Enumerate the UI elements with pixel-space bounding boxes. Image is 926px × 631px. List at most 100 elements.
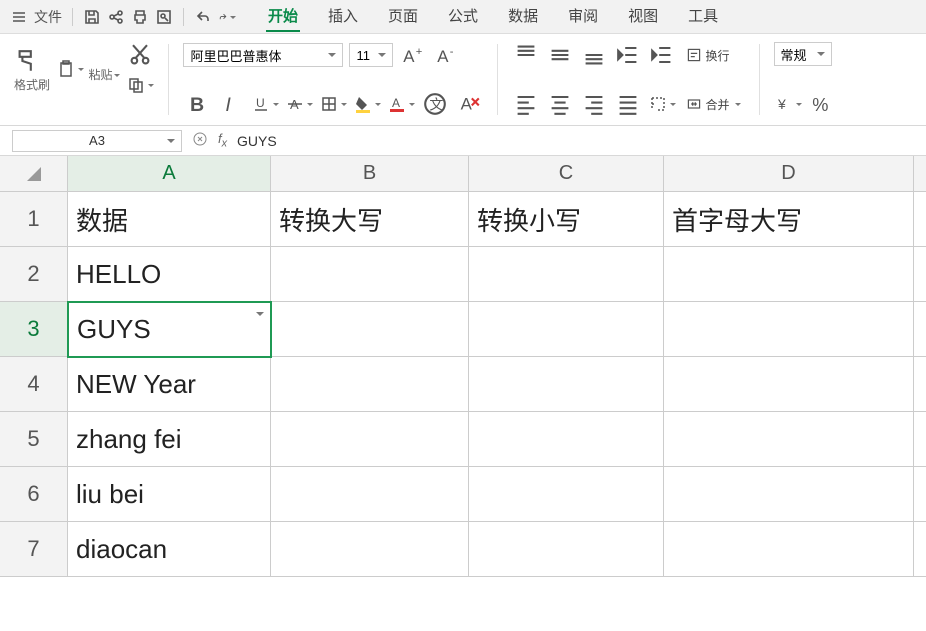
font-size-select[interactable]: 11 [349,43,393,67]
cell-B4[interactable] [271,357,469,412]
spreadsheet-grid[interactable]: ABCD 1数据转换大写转换小写首字母大写 2HELLO3GUYS4NEW Year… [0,156,926,577]
ribbon-tabs: 开始插入页面公式数据审阅视图工具 [266,1,720,32]
row-header-3[interactable]: 3 [0,302,68,357]
svg-text:A: A [438,47,450,66]
tab-开始[interactable]: 开始 [266,1,300,32]
strike-icon[interactable]: A [285,91,313,117]
svg-text:+: + [416,46,423,58]
increase-font-icon[interactable]: A+ [399,42,427,68]
col-header-D[interactable]: D [664,156,914,192]
align-left-icon[interactable] [512,91,540,117]
tab-视图[interactable]: 视图 [626,1,660,32]
underline-icon[interactable]: U [251,91,279,117]
valign-top-icon[interactable] [512,42,540,68]
cell-C5[interactable] [469,412,664,467]
file-menu[interactable]: 文件 [34,7,62,27]
cell-A1[interactable]: 数据 [68,192,271,247]
align-right-icon[interactable] [580,91,608,117]
cell-C7[interactable] [469,522,664,577]
tab-公式[interactable]: 公式 [446,1,480,32]
menu-icon[interactable] [10,8,28,26]
percent-icon[interactable]: % [808,91,836,117]
clear-format-icon[interactable]: A [455,91,483,117]
tab-插入[interactable]: 插入 [326,1,360,32]
row-header-2[interactable]: 2 [0,247,68,302]
valign-bot-icon[interactable] [580,42,608,68]
cell-D6[interactable] [664,467,914,522]
cell-B6[interactable] [271,467,469,522]
cell-A6[interactable]: liu bei [68,467,271,522]
cell-D5[interactable] [664,412,914,467]
undo-icon[interactable] [194,8,212,26]
font-name-select[interactable]: 阿里巴巴普惠体 [183,43,343,67]
cell-A5[interactable]: zhang fei [68,412,271,467]
cell-C2[interactable] [469,247,664,302]
valign-mid-icon[interactable] [546,42,574,68]
name-box[interactable]: A3 [12,130,182,152]
cell-B5[interactable] [271,412,469,467]
cell-D1[interactable]: 首字母大写 [664,192,914,247]
cell-C3[interactable] [469,302,664,357]
fill-color-icon[interactable] [353,91,381,117]
tab-工具[interactable]: 工具 [686,1,720,32]
fx-icon[interactable]: fx [218,131,227,150]
print-icon[interactable] [131,8,149,26]
cell-D3[interactable] [664,302,914,357]
share-icon[interactable] [107,8,125,26]
cell-C1[interactable]: 转换小写 [469,192,664,247]
cell-C4[interactable] [469,357,664,412]
wrap-button[interactable]: 换行 [682,45,733,66]
row-header-5[interactable]: 5 [0,412,68,467]
cell-B3[interactable] [271,302,469,357]
redo-icon[interactable] [218,8,236,26]
decrease-font-icon[interactable]: A- [433,42,461,68]
orientation-icon[interactable] [648,91,676,117]
row-header-7[interactable]: 7 [0,522,68,577]
italic-icon[interactable]: I [217,91,245,117]
number-format-select[interactable]: 常规 [774,42,832,66]
cell-A4[interactable]: NEW Year [68,357,271,412]
phonetic-icon[interactable]: 文 [421,91,449,117]
formula-value[interactable]: GUYS [237,133,277,149]
save-icon[interactable] [83,8,101,26]
cell-A2[interactable]: HELLO [68,247,271,302]
indent-dec-icon[interactable] [614,42,642,68]
paste-label[interactable]: 粘贴 [88,66,120,83]
format-painter-icon[interactable] [14,48,42,74]
copy-icon[interactable] [126,72,154,98]
merge-label: 合并 [705,96,729,113]
row-header-4[interactable]: 4 [0,357,68,412]
col-header-A[interactable]: A [68,156,271,192]
cell-B7[interactable] [271,522,469,577]
tab-审阅[interactable]: 审阅 [566,1,600,32]
cell-D4[interactable] [664,357,914,412]
font-color-icon[interactable]: A [387,91,415,117]
align-center-icon[interactable] [546,91,574,117]
currency-icon[interactable]: ¥ [774,91,802,117]
cell-B2[interactable] [271,247,469,302]
col-header-B[interactable]: B [271,156,469,192]
tab-数据[interactable]: 数据 [506,1,540,32]
indent-inc-icon[interactable] [648,42,676,68]
col-header-C[interactable]: C [469,156,664,192]
preview-icon[interactable] [155,8,173,26]
topbar: 文件 开始插入页面公式数据审阅视图工具 [0,0,926,34]
cell-B1[interactable]: 转换大写 [271,192,469,247]
cell-C6[interactable] [469,467,664,522]
border-icon[interactable] [319,91,347,117]
paste-icon[interactable] [56,56,84,82]
tab-页面[interactable]: 页面 [386,1,420,32]
cell-D7[interactable] [664,522,914,577]
formula-bar: A3 fx GUYS [0,126,926,156]
row-header-1[interactable]: 1 [0,192,68,247]
bold-icon[interactable]: B [183,91,211,117]
align-justify-icon[interactable] [614,91,642,117]
merge-button[interactable]: 合并 [682,94,744,115]
cell-A7[interactable]: diaocan [68,522,271,577]
cut-icon[interactable] [126,42,154,68]
row-header-6[interactable]: 6 [0,467,68,522]
cancel-formula-icon[interactable] [192,131,208,150]
cell-A3[interactable]: GUYS [68,302,271,357]
svg-text:A: A [392,96,400,110]
cell-D2[interactable] [664,247,914,302]
